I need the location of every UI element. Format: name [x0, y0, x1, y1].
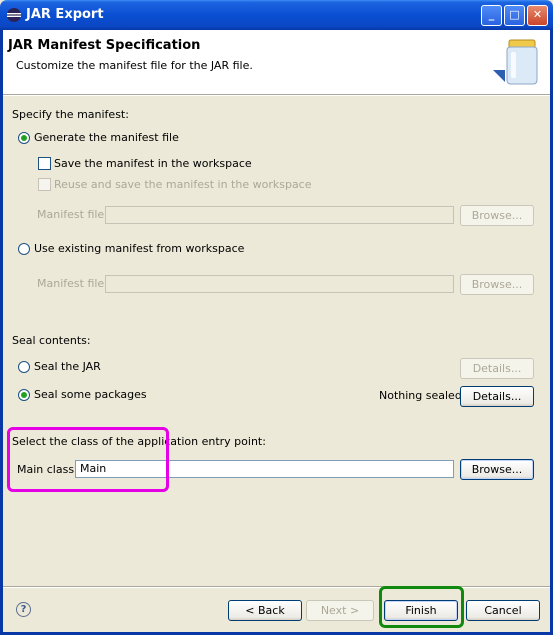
- existing-manifest-file-label: Manifest file:: [37, 277, 108, 290]
- seal-packages-details-button[interactable]: Details...: [460, 386, 534, 407]
- highlight-finish-annotation: [379, 586, 464, 628]
- eclipse-icon: [7, 8, 21, 22]
- browse-main-class-button[interactable]: Browse...: [460, 459, 534, 480]
- next-button[interactable]: Next >: [306, 600, 374, 621]
- existing-manifest-file-field[interactable]: [105, 275, 454, 293]
- reuse-manifest-label: Reuse and save the manifest in the works…: [54, 178, 312, 191]
- manifest-section-label: Specify the manifest:: [12, 108, 129, 121]
- seal-jar-label[interactable]: Seal the JAR: [34, 360, 101, 373]
- seal-jar-radio[interactable]: [18, 361, 30, 373]
- back-button[interactable]: < Back: [228, 600, 302, 621]
- save-manifest-label[interactable]: Save the manifest in the workspace: [54, 157, 252, 170]
- browse-existing-manifest-button[interactable]: Browse...: [460, 274, 534, 295]
- generate-manifest-radio[interactable]: [18, 132, 30, 144]
- wizard-header: JAR Manifest Specification Customize the…: [3, 30, 550, 95]
- browse-manifest-button[interactable]: Browse...: [460, 205, 534, 226]
- seal-section-label: Seal contents:: [12, 334, 91, 347]
- page-description: Customize the manifest file for the JAR …: [16, 59, 253, 72]
- title-bar[interactable]: JAR Export _ □ ✕: [0, 0, 553, 30]
- help-icon[interactable]: ?: [16, 602, 31, 617]
- manifest-file-field[interactable]: [105, 206, 454, 224]
- seal-packages-radio[interactable]: [18, 389, 30, 401]
- seal-packages-label[interactable]: Seal some packages: [34, 388, 147, 401]
- page-title: JAR Manifest Specification: [8, 38, 201, 53]
- highlight-entry-point-annotation: [7, 427, 169, 492]
- maximize-button[interactable]: □: [504, 5, 525, 26]
- window-title: JAR Export: [26, 7, 104, 22]
- jar-icon: [493, 39, 538, 85]
- use-existing-manifest-radio[interactable]: [18, 243, 30, 255]
- seal-jar-details-button[interactable]: Details...: [460, 358, 534, 379]
- save-manifest-checkbox[interactable]: [38, 157, 51, 170]
- generate-manifest-label[interactable]: Generate the manifest file: [34, 131, 179, 144]
- seal-status-text: Nothing sealed: [379, 389, 462, 402]
- reuse-manifest-checkbox[interactable]: [38, 178, 51, 191]
- header-divider: [3, 95, 550, 96]
- use-existing-manifest-label[interactable]: Use existing manifest from workspace: [34, 242, 244, 255]
- window-frame-left: [0, 30, 3, 635]
- footer-divider-highlight: [3, 587, 550, 588]
- manifest-file-label: Manifest file:: [37, 208, 108, 221]
- cancel-button[interactable]: Cancel: [466, 600, 540, 621]
- minimize-button[interactable]: _: [481, 5, 502, 26]
- close-button[interactable]: ✕: [527, 5, 548, 26]
